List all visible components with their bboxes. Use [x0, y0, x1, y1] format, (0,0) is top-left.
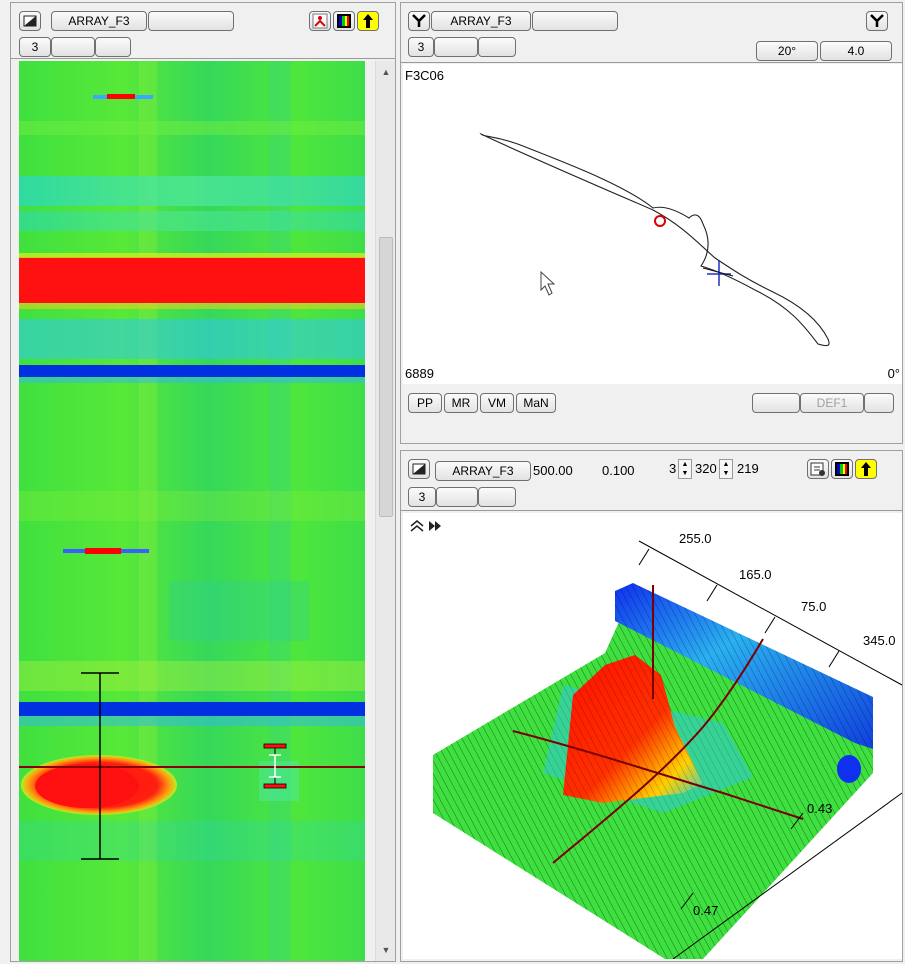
axis-label-top-3: 75.0	[801, 599, 827, 614]
surface-display-mode-button[interactable]	[408, 459, 430, 479]
axis-label-side-1: 0.43	[807, 801, 833, 816]
polar-plot[interactable]: F3C06 6889 0°	[403, 64, 902, 384]
palette-button[interactable]	[333, 11, 355, 31]
readout-b: 0.100	[602, 463, 635, 478]
surface-3d-render	[433, 540, 902, 959]
settings-button[interactable]	[807, 459, 829, 479]
footer-blank-button[interactable]	[752, 393, 800, 413]
array-select-button[interactable]: ARRAY_F3	[51, 11, 147, 31]
cscan-image[interactable]	[19, 61, 365, 961]
polar-array-button[interactable]: ARRAY_F3	[431, 11, 531, 31]
spin1-arrows[interactable]: ▲ ▼	[678, 459, 692, 479]
spin2-value[interactable]: 320	[695, 461, 717, 476]
axis-label-top-1: 255.0	[679, 531, 712, 546]
mode-button-pp[interactable]: PP	[408, 393, 442, 413]
up-arrow-icon	[861, 462, 871, 476]
surface-toolbar: ARRAY_F3 500.00 0.100 3 ▲ ▼ 320 ▲ ▼ 219 3	[401, 451, 902, 511]
axis-label-top-2: 165.0	[739, 567, 772, 582]
y-filter-right-button[interactable]	[866, 11, 888, 31]
spin1-value[interactable]: 3	[669, 461, 676, 476]
scroll-up-arrow-icon[interactable]: ▲	[376, 63, 395, 81]
polar-channel-button[interactable]: 3	[408, 37, 434, 57]
readout-a: 500.00	[533, 463, 573, 478]
cscan-vertical-scrollbar[interactable]: ▲ ▼	[375, 61, 395, 961]
cscan-toolbar: ARRAY_F3 3	[11, 3, 395, 59]
surface-plot[interactable]: 255.0 165.0 75.0 345.0 0.43 0.47	[403, 513, 902, 959]
footer-end-button[interactable]	[864, 393, 894, 413]
mode-button-vm[interactable]: VM	[480, 393, 514, 413]
mode-button-man[interactable]: MaN	[516, 393, 556, 413]
polar-angle-button[interactable]: 20°	[756, 41, 818, 61]
cscan-heatmap	[19, 61, 365, 961]
spin2-arrows[interactable]: ▲ ▼	[719, 459, 733, 479]
axis-label-top-4: 345.0	[863, 633, 896, 648]
y-filter-button[interactable]	[408, 11, 430, 31]
bottom-left-value: 6889	[405, 366, 434, 381]
surface-channel-button[interactable]: 3	[408, 487, 436, 507]
polar-row2-button-2[interactable]	[434, 37, 478, 57]
channel-select-button[interactable]	[309, 11, 331, 31]
surface-palette-button[interactable]	[831, 459, 853, 479]
channel-select-icon	[312, 13, 328, 29]
axis-label-side-2: 0.47	[693, 903, 719, 918]
y-filter-icon	[412, 14, 426, 27]
lissajous-trace	[479, 132, 830, 347]
up-arrow-button[interactable]	[357, 11, 379, 31]
scroll-thumb[interactable]	[379, 237, 393, 517]
row2-button-2[interactable]	[51, 37, 95, 57]
polar-panel: ARRAY_F3 3 20° 4.0 F3C06 6889 0° PP MR V…	[400, 2, 903, 444]
mouse-cursor-icon	[540, 270, 556, 296]
def-button[interactable]: DEF1	[800, 393, 864, 413]
surface-panel: ARRAY_F3 500.00 0.100 3 ▲ ▼ 320 ▲ ▼ 219 3	[400, 450, 903, 962]
mode-button-mr[interactable]: MR	[444, 393, 478, 413]
spin3-value[interactable]: 219	[737, 461, 759, 476]
settings-icon	[810, 462, 825, 476]
polar-row2-button-3[interactable]	[478, 37, 516, 57]
polar-blank-button[interactable]	[532, 11, 618, 31]
scroll-down-arrow-icon[interactable]: ▼	[376, 941, 395, 959]
cscan-panel: ARRAY_F3 3 ▲ ▼	[10, 2, 396, 962]
up-arrow-icon	[363, 14, 373, 28]
palette-icon	[337, 14, 351, 28]
palette-icon	[835, 462, 849, 476]
surface-up-arrow-button[interactable]	[855, 459, 877, 479]
polar-footer: PP MR VM MaN DEF1	[401, 385, 902, 443]
polar-toolbar: ARRAY_F3 3 20° 4.0	[401, 3, 902, 63]
polar-scale-button[interactable]: 4.0	[820, 41, 892, 61]
y-filter-right-icon	[870, 14, 884, 27]
channel-number-button[interactable]: 3	[19, 37, 51, 57]
display-mode-icon	[412, 463, 426, 475]
bottom-right-value: 0°	[887, 366, 900, 381]
surface-array-button[interactable]: ARRAY_F3	[435, 461, 531, 481]
display-mode-button[interactable]	[19, 11, 41, 31]
surface-row2-button-3[interactable]	[478, 487, 516, 507]
display-mode-icon	[23, 15, 37, 27]
surface-row2-button-2[interactable]	[436, 487, 478, 507]
row2-button-3[interactable]	[95, 37, 131, 57]
blank-select-button[interactable]	[148, 11, 234, 31]
